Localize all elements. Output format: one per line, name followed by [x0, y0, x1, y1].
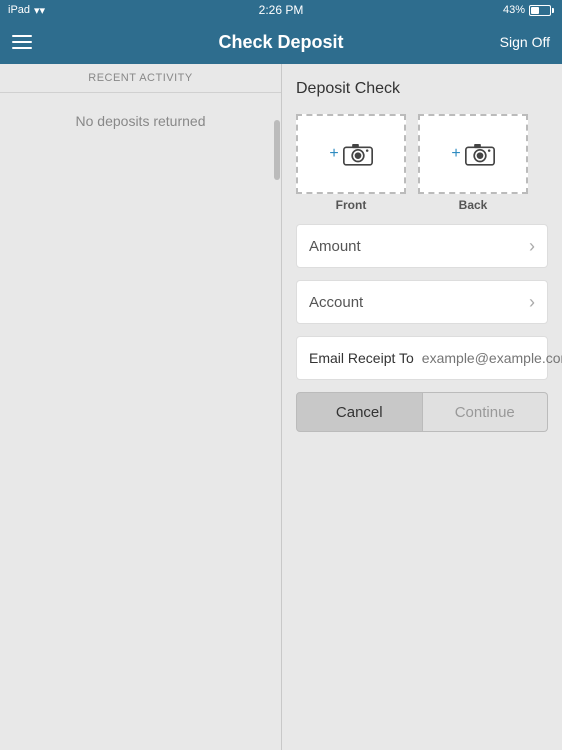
continue-button[interactable]: Continue — [423, 392, 549, 432]
front-camera-icon — [343, 142, 373, 166]
camera-row: + Front + — [296, 114, 548, 212]
device-label: iPad — [8, 4, 30, 16]
front-image-wrapper: + Front — [296, 114, 406, 212]
status-bar: iPad ▾▾ 2:26 PM 43% — [0, 0, 562, 20]
cancel-button[interactable]: Cancel — [296, 392, 423, 432]
recent-activity-header: RECENT ACTIVITY — [0, 64, 281, 93]
front-camera-icon-content: + — [329, 142, 372, 166]
left-panel: RECENT ACTIVITY No deposits returned — [0, 64, 282, 750]
deposit-check-title: Deposit Check — [296, 80, 548, 98]
back-camera-icon-content: + — [451, 142, 494, 166]
back-image-wrapper: + Back — [418, 114, 528, 212]
battery-percent: 43% — [503, 4, 525, 16]
main-layout: RECENT ACTIVITY No deposits returned Dep… — [0, 64, 562, 750]
sign-off-button[interactable]: Sign Off — [500, 34, 550, 50]
front-label: Front — [336, 198, 367, 212]
account-row[interactable]: Account › — [296, 280, 548, 324]
account-chevron-icon: › — [529, 292, 535, 313]
scroll-indicator — [274, 120, 280, 180]
no-deposits-message: No deposits returned — [0, 93, 281, 750]
page-title: Check Deposit — [218, 32, 343, 53]
battery-icon — [529, 5, 554, 16]
email-receipt-label: Email Receipt To — [309, 350, 414, 366]
back-camera-icon — [465, 142, 495, 166]
amount-label: Amount — [309, 238, 361, 255]
menu-button[interactable] — [12, 35, 32, 49]
front-plus-icon: + — [329, 145, 338, 163]
right-panel: Deposit Check + — [282, 64, 562, 750]
status-time: 2:26 PM — [259, 3, 304, 17]
back-plus-icon: + — [451, 145, 460, 163]
amount-chevron-icon: › — [529, 236, 535, 257]
status-right: 43% — [503, 4, 554, 16]
app-header: Check Deposit Sign Off — [0, 20, 562, 64]
back-label: Back — [459, 198, 488, 212]
amount-row[interactable]: Amount › — [296, 224, 548, 268]
email-receipt-input[interactable] — [422, 350, 562, 366]
status-left: iPad ▾▾ — [8, 4, 45, 17]
email-receipt-row: Email Receipt To — [296, 336, 548, 380]
account-label: Account — [309, 294, 363, 311]
front-camera-button[interactable]: + — [296, 114, 406, 194]
back-camera-button[interactable]: + — [418, 114, 528, 194]
wifi-icon: ▾▾ — [34, 4, 45, 17]
action-buttons: Cancel Continue — [296, 392, 548, 432]
